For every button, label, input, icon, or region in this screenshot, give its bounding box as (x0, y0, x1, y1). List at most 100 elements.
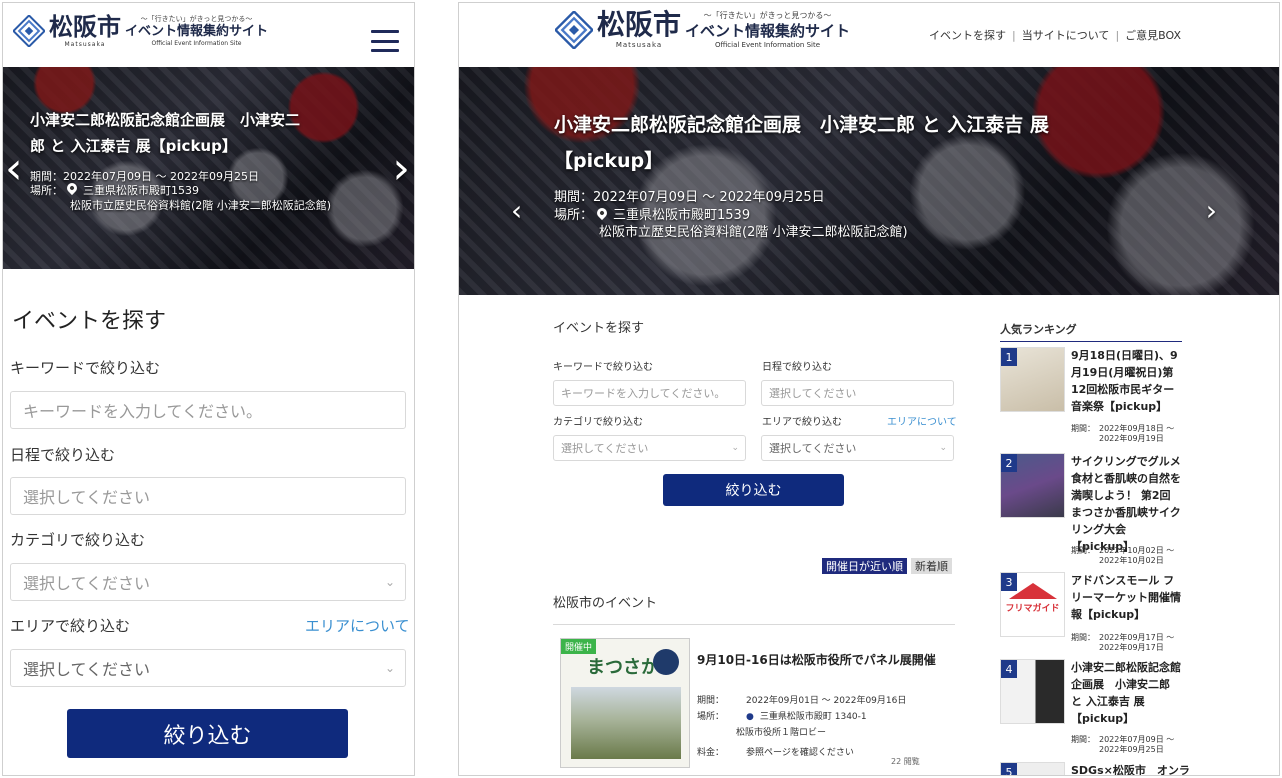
date-input[interactable]: 選択してください (761, 380, 954, 406)
ranking-thumbnail: 5 (1000, 762, 1065, 775)
category-select[interactable]: 選択してください ⌄ (553, 435, 746, 461)
ranking-item-title: 小津安二郎松阪記念館企画展 小津安二郎 と 入江泰吉 展【pickup】 (1071, 661, 1181, 726)
area-select-value: 選択してください (769, 442, 857, 455)
area-select[interactable]: 選択してください ⌄ (761, 435, 954, 461)
logo-mark-icon (555, 11, 593, 49)
ranking-thumbnail: 3 フリマガイド (1000, 572, 1065, 637)
ranking-number: 5 (1001, 763, 1017, 775)
slider-prev-icon[interactable]: ‹ (5, 147, 23, 191)
logo-romaji: Matsusaka (64, 41, 106, 48)
event-fee: 参照ページを確認ください (746, 748, 854, 758)
chevron-down-icon: ⌄ (384, 661, 395, 675)
nav-search-events[interactable]: イベントを探す (929, 29, 1006, 42)
hero-slider[interactable]: 小津安二郎松阪記念館企画展 小津安二郎 と 入江泰吉 展 【pickup】 期間… (459, 67, 1279, 295)
date-input[interactable]: 選択してください (10, 477, 406, 515)
logo-mark-icon (13, 15, 45, 47)
hero-place-label: 場所： (554, 207, 594, 223)
date-label: 日程で絞り込む (762, 362, 832, 373)
chevron-down-icon: ⌄ (384, 575, 395, 589)
event-title[interactable]: 9月10日-16日は松阪市役所でパネル展開催 (697, 651, 936, 668)
ranking-date-from: 2022年09月18日 ～ (1099, 424, 1175, 433)
ranking-number: 3 (1001, 573, 1017, 591)
ranking-item-title: アドバンスモール フリーマーケット開催情報【pickup】 (1071, 574, 1181, 622)
ranking-item-title: サイクリングでグルメ食材と香肌峡の自然を満喫しよう！ 第2回 まつさか香肌峡サイ… (1071, 455, 1181, 554)
hero-period: 期間：2022年07月09日 ～ 2022年09月25日 (30, 169, 259, 183)
event-period: 2022年09月01日 ～ 2022年09月16日 (746, 696, 907, 706)
area-select[interactable]: 選択してください ⌄ (10, 649, 406, 687)
category-label: カテゴリで絞り込む (553, 417, 643, 428)
hero-title-line2: 【pickup】 (554, 150, 664, 173)
hero-title-line1: 小津安二郎松阪記念館企画展 小津安二郎 と 入江泰吉 展 (554, 114, 1049, 136)
ranking-date-from: 2022年10月02日 ～ (1099, 546, 1175, 555)
category-select[interactable]: 選択してください ⌄ (10, 563, 406, 601)
hero-period: 期間：2022年07月09日 ～ 2022年09月25日 (554, 190, 825, 206)
keyword-input[interactable]: キーワードを入力してください。 (553, 380, 746, 406)
hero-place-venue: 松阪市立歴史民俗資料館(2階 小津安二郎松阪記念館) (70, 199, 332, 213)
site-logo[interactable]: 松阪市 Matsusaka ～「行きたい」がきっと見つかる～ イベント情報集約サ… (13, 15, 268, 48)
area-about-link[interactable]: エリアについて (305, 615, 410, 636)
sort-newest-button[interactable]: 新着順 (911, 558, 952, 574)
search-heading: イベントを探す (12, 309, 167, 334)
logo-kanji: 松阪市 (597, 8, 682, 41)
ranking-date-to: 2022年09月17日 (1099, 642, 1164, 652)
event-status-badge: 開催中 (561, 639, 597, 654)
event-thumb-badge-icon (653, 649, 679, 675)
ranking-thumb-text: フリマガイド (1005, 604, 1060, 614)
map-pin-icon: ● (746, 712, 754, 722)
site-logo[interactable]: 松阪市 Matsusaka ～「行きたい」がきっと見つかる～ イベント情報集約サ… (555, 11, 850, 49)
date-label: 日程で絞り込む (10, 446, 116, 464)
chevron-down-icon: ⌄ (939, 443, 947, 453)
nav-about[interactable]: 当サイトについて (1022, 29, 1110, 42)
ranking-period-label: 期間： (1071, 633, 1095, 642)
ranking-thumbnail: 4 (1000, 659, 1065, 724)
ranking-date-to: 2022年10月02日 (1099, 555, 1164, 565)
category-label: カテゴリで絞り込む (10, 531, 146, 549)
mobile-view: 松阪市 Matsusaka ～「行きたい」がきっと見つかる～ イベント情報集約サ… (2, 2, 415, 776)
slider-next-icon[interactable]: › (1206, 197, 1217, 225)
ranking-number: 2 (1001, 454, 1017, 472)
event-views: 22 閲覧 (891, 757, 920, 766)
hamburger-menu-icon[interactable] (371, 30, 399, 52)
event-period-label: 期間： (697, 696, 725, 706)
ranking-date-to: 2022年09月25日 (1099, 744, 1164, 754)
area-about-link[interactable]: エリアについて (887, 413, 957, 428)
category-select-value: 選択してください (23, 574, 151, 593)
submit-button[interactable]: 絞り込む (67, 709, 348, 758)
logo-site-name: イベント情報集約サイト (125, 24, 269, 39)
sort-near-date-button[interactable]: 開催日が近い順 (822, 558, 907, 574)
events-section-title: 松阪市のイベント (553, 596, 658, 611)
ranking-date-from: 2022年09月17日 ～ (1099, 633, 1175, 642)
hero-slider[interactable]: 小津安二郎松阪記念館企画展 小津安二 郎 と 入江泰吉 展【pickup】 期間… (3, 67, 414, 269)
category-select-value: 選択してください (561, 442, 649, 455)
area-select-value: 選択してください (23, 660, 151, 679)
ranking-thumbnail: 1 (1000, 347, 1065, 412)
area-label: エリアで絞り込む (10, 617, 131, 635)
event-fee-label: 料金： (697, 748, 725, 758)
event-thumbnail: 開催中 まつさか (560, 638, 690, 768)
ranking-item-title: 9月18日(日曜日)、9月19日(月曜祝日)第12回松阪市民ギター音楽祭【pic… (1071, 349, 1178, 414)
submit-button[interactable]: 絞り込む (663, 474, 844, 506)
ranking-date-from: 2022年07月09日 ～ (1099, 735, 1175, 744)
keyword-input[interactable]: キーワードを入力してください。 (10, 391, 406, 429)
hero-place-address: 三重県松阪市殿町1539 (613, 207, 751, 223)
slider-next-icon[interactable]: › (392, 147, 410, 191)
map-pin-icon (594, 205, 610, 220)
ranking-date-to: 2022年09月19日 (1099, 433, 1164, 443)
logo-english: Official Event Information Site (715, 40, 821, 49)
ranking-number: 4 (1001, 660, 1017, 678)
hero-title-line1: 小津安二郎松阪記念館企画展 小津安二 (30, 111, 301, 129)
ranking-thumbnail: 2 (1000, 453, 1065, 518)
search-heading: イベントを探す (553, 321, 645, 336)
ranking-period-label: 期間： (1071, 424, 1095, 433)
logo-english: Official Event Information Site (151, 40, 242, 48)
event-venue: 松阪市役所１階ロビー (736, 728, 827, 738)
logo-romaji: Matsusaka (615, 41, 663, 49)
event-address: 三重県松阪市殿町 1340-1 (759, 712, 867, 722)
hero-place-address: 三重県松阪市殿町1539 (83, 184, 199, 198)
ranking-item-title: SDGs×松阪市 オンラ (1071, 764, 1190, 776)
keyword-label: キーワードで絞り込む (553, 362, 653, 373)
nav-feedback[interactable]: ご意見BOX (1125, 29, 1181, 42)
ranking-period-label: 期間： (1071, 546, 1095, 555)
logo-tagline: ～「行きたい」がきっと見つかる～ (140, 15, 253, 23)
slider-prev-icon[interactable]: ‹ (511, 197, 522, 225)
